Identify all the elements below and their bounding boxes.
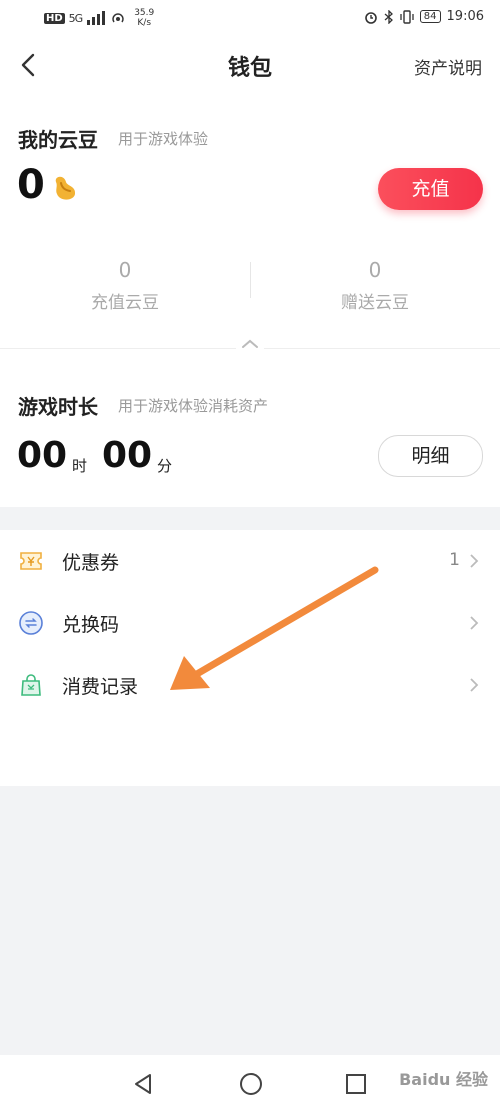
bean-icon: [55, 176, 76, 200]
battery-icon: 84: [419, 10, 441, 23]
minutes-unit: 分: [157, 457, 173, 475]
chevron-right-icon: [470, 678, 479, 692]
alarm-icon: [364, 11, 377, 24]
asset-info-link[interactable]: 资产说明: [414, 54, 482, 79]
coupon-count: 1: [449, 550, 460, 570]
stat-value: 0: [368, 258, 382, 282]
exchange-icon: [19, 611, 43, 635]
shopping-bag-icon: [21, 674, 41, 696]
vibrate-icon: [400, 9, 414, 24]
recent-apps-icon[interactable]: [345, 1073, 367, 1095]
beans-card: 我的云豆 用于游戏体验 0 充值 0 充值云豆 0 赠送云豆: [0, 98, 500, 348]
game-time-card: 游戏时长 用于游戏体验消耗资产 00 时 00 分 明细: [0, 348, 500, 507]
hotspot-icon: [112, 13, 124, 23]
annotation-arrow: [170, 566, 379, 690]
beans-balance: 0: [17, 162, 45, 208]
home-nav-icon[interactable]: [239, 1072, 263, 1096]
stat-recharge-beans: 0 充值云豆: [45, 258, 205, 313]
signal-bars-icon: [87, 11, 106, 25]
chevron-up-icon[interactable]: [236, 334, 264, 352]
game-time-title: 游戏时长: [18, 395, 98, 419]
signal-icon: 5G: [68, 11, 83, 25]
beans-title: 我的云豆: [18, 128, 98, 152]
stat-value: 0: [118, 258, 132, 282]
list-item-label: 兑换码: [62, 614, 120, 636]
back-nav-icon[interactable]: [132, 1073, 154, 1095]
list-item-label: 消费记录: [62, 676, 139, 698]
hd-indicator: HD: [44, 12, 65, 24]
stat-label: 充值云豆: [91, 293, 159, 313]
chevron-right-icon: [470, 616, 479, 630]
hours-unit: 时: [72, 457, 88, 475]
speed-value: 35.9: [134, 8, 155, 18]
watermark: Baidu 经验: [399, 1070, 488, 1089]
coupon-icon: [20, 552, 42, 570]
network-speed: 35.9 K/s: [134, 8, 154, 28]
game-time-subtitle: 用于游戏体验消耗资产: [118, 397, 269, 415]
detail-button[interactable]: 明细: [378, 435, 483, 477]
speed-unit: K/s: [137, 18, 152, 28]
minutes-value: 00: [102, 435, 153, 476]
stat-label: 赠送云豆: [341, 293, 409, 313]
hours-value: 00: [17, 435, 68, 476]
header: 钱包 资产说明: [0, 36, 500, 98]
recharge-button[interactable]: 充值: [378, 168, 483, 210]
status-bar: HD 5G 35.9 K/s 84 19:06: [0, 0, 500, 36]
divider: [250, 262, 251, 298]
chevron-right-icon: [470, 554, 479, 568]
stat-gift-beans: 0 赠送云豆: [295, 258, 455, 313]
list-item-label: 优惠券: [62, 552, 120, 574]
beans-subtitle: 用于游戏体验: [118, 130, 209, 148]
bluetooth-icon: [384, 9, 393, 24]
clock: 19:06: [446, 9, 484, 24]
